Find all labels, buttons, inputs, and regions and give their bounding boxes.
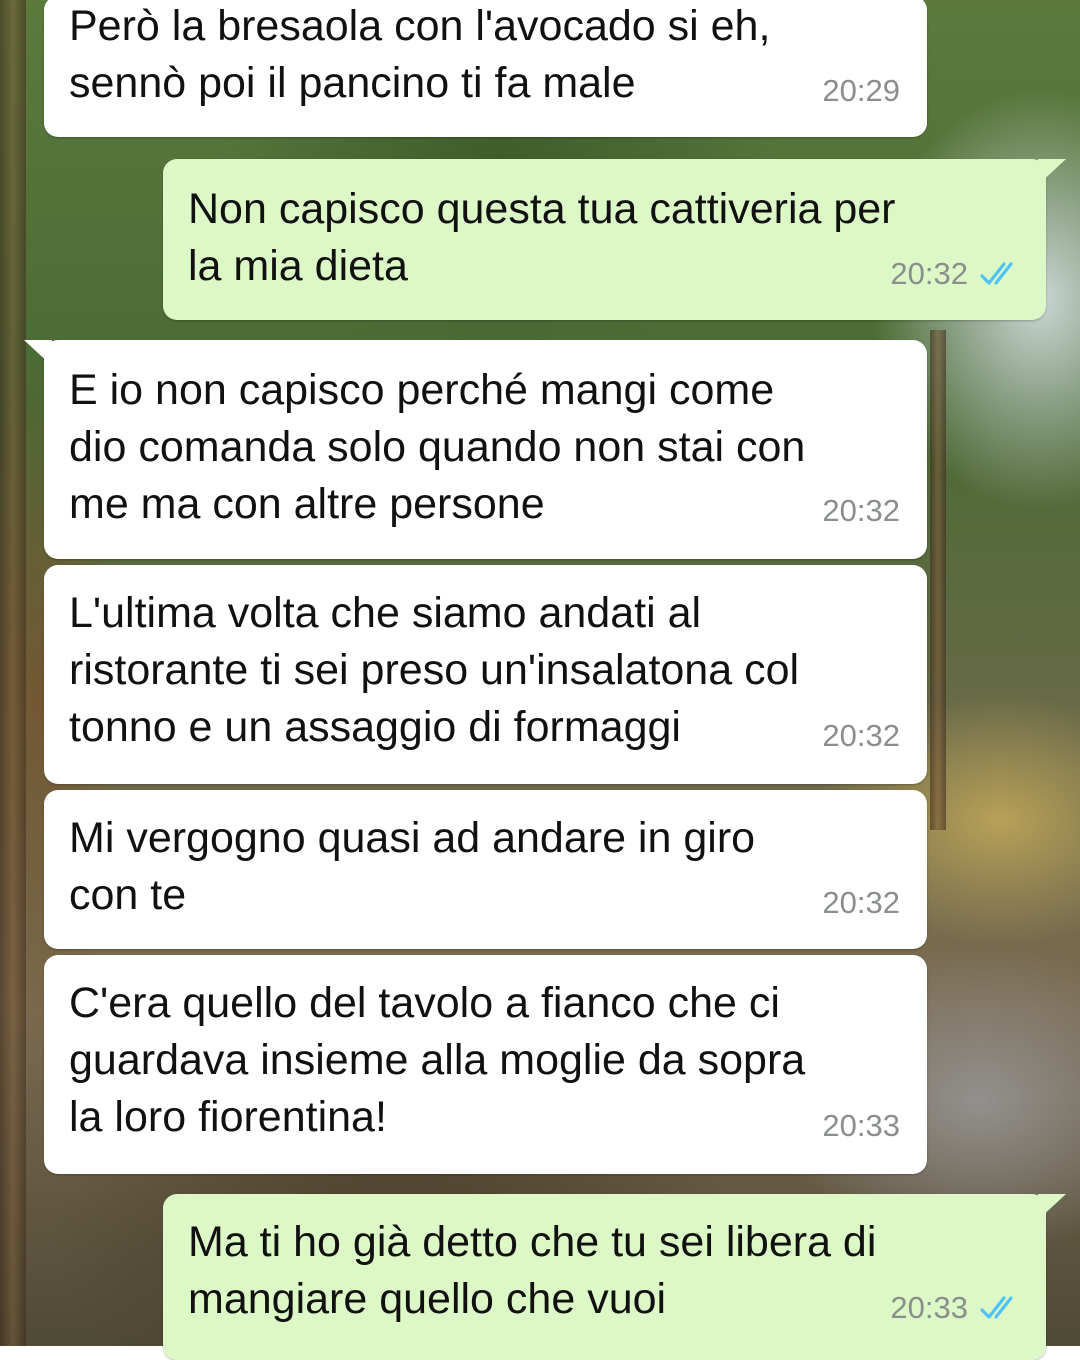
wallpaper-tree-trunk: [930, 330, 946, 830]
message-text: L'ultima volta che siamo andati al risto…: [69, 589, 800, 751]
bubble-tail: [24, 340, 52, 366]
message-text: Ma ti ho già detto che tu sei libera di …: [188, 1218, 877, 1323]
message-incoming[interactable]: L'ultima volta che siamo andati al risto…: [44, 565, 927, 784]
message-meta: 20:29: [822, 62, 900, 119]
message-outgoing[interactable]: Non capisco questa tua cattiveria per la…: [163, 159, 1066, 320]
message-incoming[interactable]: C'era quello del tavolo a fianco che ci …: [44, 955, 927, 1174]
message-meta: 20:32: [822, 707, 900, 764]
message-time: 20:32: [822, 718, 900, 753]
message-meta: 20:32: [822, 874, 900, 931]
message-meta: 20:33: [890, 1279, 1022, 1336]
message-time: 20:33: [822, 1108, 900, 1143]
message-time: 20:32: [822, 885, 900, 920]
message-text: E io non capisco perché mangi come dio c…: [69, 366, 806, 528]
message-text: Però la bresaola con l'avocado si eh, se…: [69, 2, 771, 107]
message-time: 20:29: [822, 73, 900, 108]
message-text: C'era quello del tavolo a fianco che ci …: [69, 979, 806, 1141]
message-meta: 20:32: [890, 245, 1022, 302]
message-meta: 20:32: [822, 482, 900, 539]
message-text: Non capisco questa tua cattiveria per la…: [188, 185, 896, 290]
message-time: 20:33: [890, 1290, 968, 1325]
message-incoming[interactable]: E io non capisco perché mangi come dio c…: [24, 340, 927, 559]
message-outgoing[interactable]: Ma ti ho già detto che tu sei libera di …: [163, 1194, 1066, 1360]
double-check-icon: [980, 261, 1013, 285]
message-incoming[interactable]: Mi vergogno quasi ad andare in giro con …: [44, 790, 927, 949]
message-meta: 20:33: [822, 1097, 900, 1154]
message-time: 20:32: [890, 256, 968, 291]
bubble-tail: [1038, 1194, 1066, 1220]
bubble-tail: [1038, 159, 1066, 185]
message-text: Mi vergogno quasi ad andare in giro con …: [69, 814, 756, 919]
message-incoming[interactable]: Però la bresaola con l'avocado si eh, se…: [44, 0, 927, 137]
double-check-icon: [980, 1295, 1013, 1319]
wallpaper-tree-trunk: [0, 0, 26, 1346]
message-time: 20:32: [822, 493, 900, 528]
